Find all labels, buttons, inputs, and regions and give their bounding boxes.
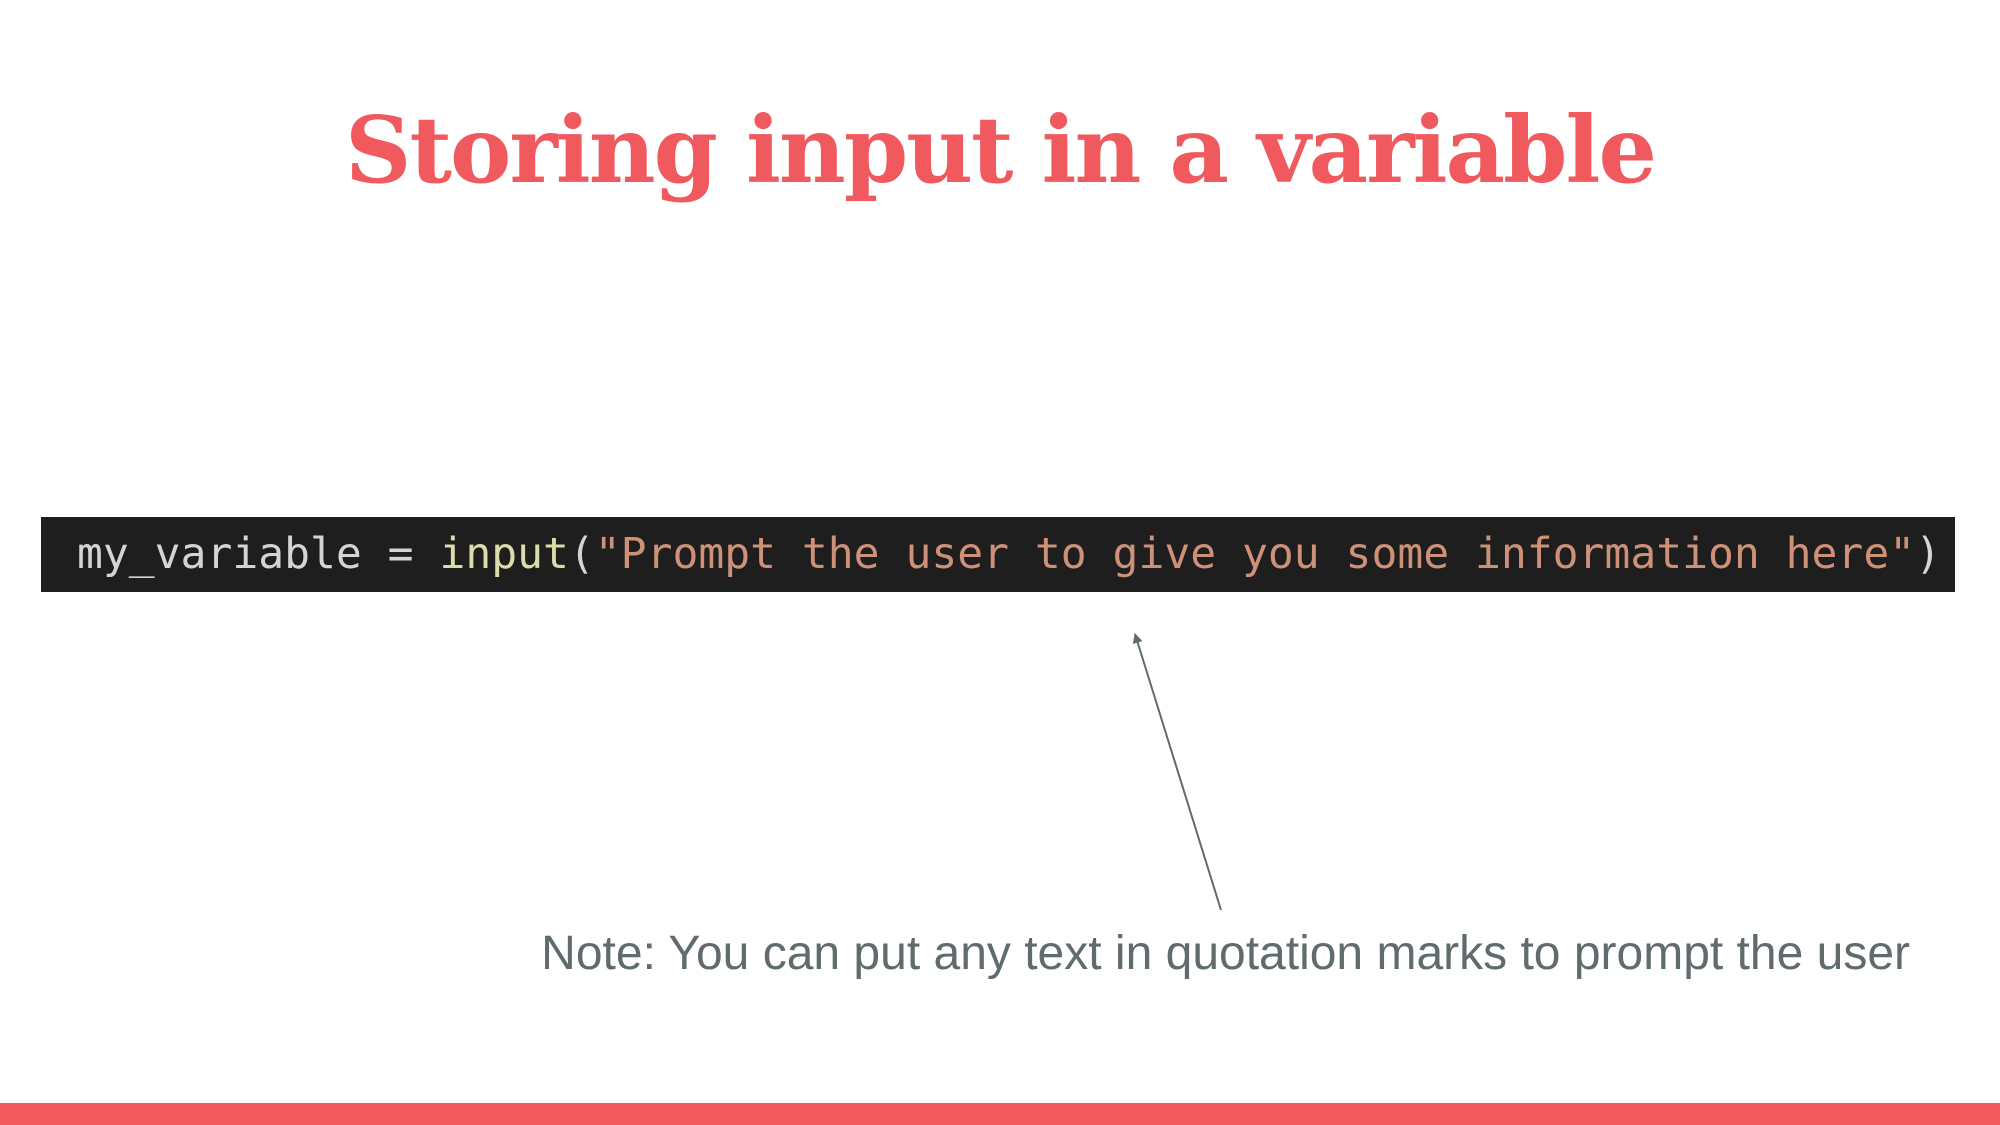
slide: Storing input in a variable my_variable … <box>0 0 2000 1125</box>
bottom-accent-bar <box>0 1103 2000 1125</box>
arrow-line <box>1132 633 1222 911</box>
note-text: Note: You can put any text in quotation … <box>541 927 1910 980</box>
